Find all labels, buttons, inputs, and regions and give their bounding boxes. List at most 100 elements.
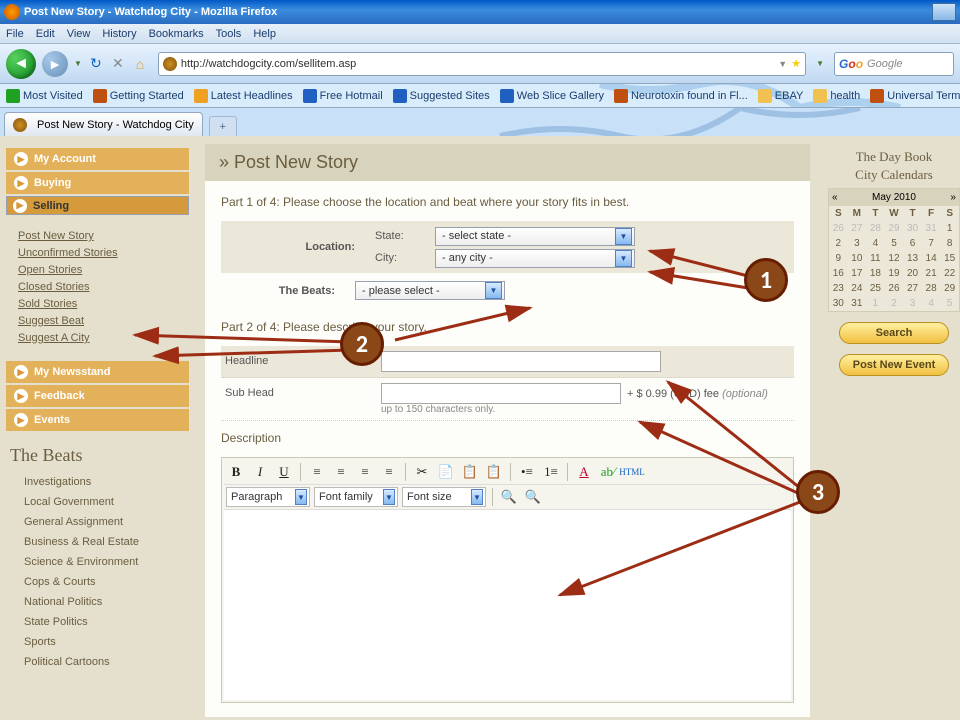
bullet-list-icon[interactable]: •≡ — [517, 462, 537, 482]
city-select[interactable]: - any city - ▼ — [435, 249, 635, 268]
calendar-day[interactable]: 24 — [848, 281, 867, 296]
paragraph-select[interactable]: Paragraph▼ — [226, 487, 310, 507]
calendar-day[interactable]: 2 — [885, 296, 904, 311]
sidebar-my-newsstand[interactable]: ▶My Newsstand — [6, 361, 189, 383]
bookmark-item[interactable]: Suggested Sites — [393, 89, 490, 103]
subhead-input[interactable] — [381, 383, 621, 404]
calendar-day[interactable]: 28 — [866, 221, 885, 236]
bold-icon[interactable]: B — [226, 462, 246, 482]
beat-link[interactable]: Political Cartoons — [6, 652, 189, 672]
calendar-day[interactable]: 1 — [940, 221, 959, 236]
align-right-icon[interactable]: ≡ — [355, 462, 375, 482]
calendar-day[interactable]: 5 — [885, 236, 904, 251]
beat-link[interactable]: Investigations — [6, 472, 189, 492]
search-engine-dropdown[interactable]: ▼ — [816, 59, 824, 68]
new-tab-button[interactable]: + — [209, 116, 237, 136]
calendar-day[interactable]: 3 — [903, 296, 922, 311]
beat-link[interactable]: Science & Environment — [6, 552, 189, 572]
calendar-day[interactable]: 22 — [940, 266, 959, 281]
calendar-day[interactable]: 30 — [829, 296, 848, 311]
calendar-day[interactable]: 5 — [940, 296, 959, 311]
align-center-icon[interactable]: ≡ — [331, 462, 351, 482]
editor-textarea[interactable] — [224, 510, 791, 700]
menu-edit[interactable]: Edit — [36, 28, 55, 40]
menu-help[interactable]: Help — [253, 28, 276, 40]
bookmark-item[interactable]: Free Hotmail — [303, 89, 383, 103]
calendar-day[interactable]: 29 — [940, 281, 959, 296]
paste-word-icon[interactable]: 📋 — [484, 462, 504, 482]
cut-icon[interactable]: ✂ — [412, 462, 432, 482]
headline-input[interactable] — [381, 351, 661, 372]
calendar-day[interactable]: 9 — [829, 251, 848, 266]
calendar-day[interactable]: 30 — [903, 221, 922, 236]
url-text[interactable]: http://watchdogcity.com/sellitem.asp — [181, 58, 778, 70]
bookmark-star-icon[interactable]: ★ — [791, 57, 801, 70]
calendar-day[interactable]: 3 — [848, 236, 867, 251]
calendar-day[interactable]: 26 — [829, 221, 848, 236]
calendar-day[interactable]: 13 — [903, 251, 922, 266]
sidebar-events[interactable]: ▶Events — [6, 409, 189, 431]
calendar-day[interactable]: 14 — [922, 251, 941, 266]
calendar-day[interactable]: 6 — [903, 236, 922, 251]
sidebar-selling[interactable]: ▶Selling — [6, 196, 189, 215]
beat-link[interactable]: Cops & Courts — [6, 572, 189, 592]
minimize-button[interactable] — [932, 3, 956, 21]
underline-icon[interactable]: U — [274, 462, 294, 482]
number-list-icon[interactable]: 1≡ — [541, 462, 561, 482]
calendar-day[interactable]: 23 — [829, 281, 848, 296]
menu-tools[interactable]: Tools — [216, 28, 242, 40]
beat-link[interactable]: Business & Real Estate — [6, 532, 189, 552]
bookmark-item[interactable]: Most Visited — [6, 89, 83, 103]
fontsize-select[interactable]: Font size▼ — [402, 487, 486, 507]
calendar-day[interactable]: 26 — [885, 281, 904, 296]
sidebar-link[interactable]: Closed Stories — [18, 281, 185, 293]
calendar-day[interactable]: 7 — [922, 236, 941, 251]
calendar-day[interactable]: 11 — [866, 251, 885, 266]
bookmark-item[interactable]: Universal Terms of — [870, 89, 960, 103]
copy-icon[interactable]: 📄 — [436, 462, 456, 482]
calendar-day[interactable]: 25 — [866, 281, 885, 296]
fontfamily-select[interactable]: Font family▼ — [314, 487, 398, 507]
text-color-icon[interactable]: A — [574, 462, 594, 482]
calendar-day[interactable]: 8 — [940, 236, 959, 251]
post-event-button[interactable]: Post New Event — [839, 354, 949, 376]
menu-history[interactable]: History — [102, 28, 136, 40]
sidebar-link[interactable]: Unconfirmed Stories — [18, 247, 185, 259]
search-button[interactable]: Search — [839, 322, 949, 344]
calendar-day[interactable]: 21 — [922, 266, 941, 281]
bookmark-item[interactable]: Latest Headlines — [194, 89, 293, 103]
beat-link[interactable]: State Politics — [6, 612, 189, 632]
url-dropdown-icon[interactable]: ▼ — [778, 59, 787, 69]
calendar-day[interactable]: 4 — [922, 296, 941, 311]
bookmark-item[interactable]: EBAY — [758, 89, 804, 103]
calendar-day[interactable]: 27 — [903, 281, 922, 296]
find-icon[interactable]: 🔍 — [499, 487, 519, 507]
bookmark-item[interactable]: Neurotoxin found in Fl... — [614, 89, 748, 103]
beat-link[interactable]: Sports — [6, 632, 189, 652]
calendar-day[interactable]: 16 — [829, 266, 848, 281]
replace-icon[interactable]: 🔍 — [523, 487, 543, 507]
paste-icon[interactable]: 📋 — [460, 462, 480, 482]
beat-link[interactable]: Local Government — [6, 492, 189, 512]
align-justify-icon[interactable]: ≡ — [379, 462, 399, 482]
calendar-day[interactable]: 19 — [885, 266, 904, 281]
url-bar[interactable]: http://watchdogcity.com/sellitem.asp ▼ ★ — [158, 52, 806, 76]
calendar-day[interactable]: 20 — [903, 266, 922, 281]
cal-prev[interactable]: « — [832, 192, 838, 203]
calendar-day[interactable]: 12 — [885, 251, 904, 266]
italic-icon[interactable]: I — [250, 462, 270, 482]
calendar-day[interactable]: 29 — [885, 221, 904, 236]
home-icon[interactable]: ⌂ — [132, 56, 148, 72]
sidebar-link[interactable]: Suggest Beat — [18, 315, 185, 327]
sidebar-buying[interactable]: ▶Buying — [6, 172, 189, 194]
beat-link[interactable]: National Politics — [6, 592, 189, 612]
menu-file[interactable]: File — [6, 28, 24, 40]
history-dropdown[interactable]: ▼ — [74, 59, 82, 68]
reload-icon[interactable]: ↻ — [88, 56, 104, 72]
sidebar-my-account[interactable]: ▶My Account — [6, 148, 189, 170]
back-button[interactable]: ◄ — [6, 49, 36, 79]
forward-button[interactable]: ► — [42, 51, 68, 77]
calendar-day[interactable]: 10 — [848, 251, 867, 266]
calendar-day[interactable]: 1 — [866, 296, 885, 311]
sidebar-link[interactable]: Open Stories — [18, 264, 185, 276]
